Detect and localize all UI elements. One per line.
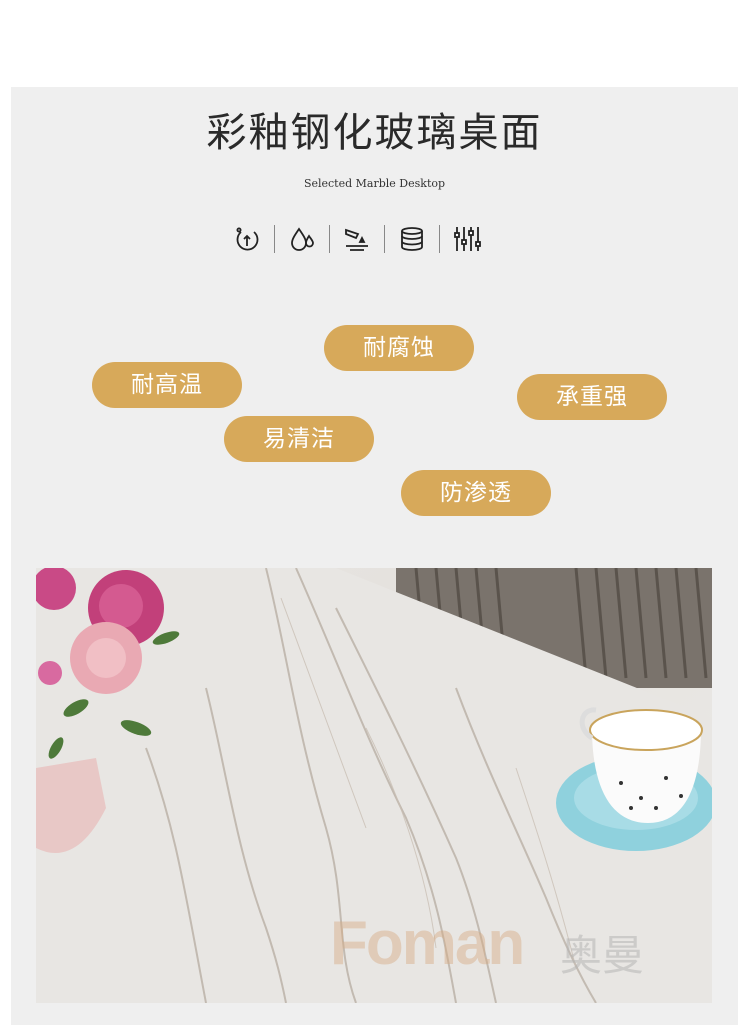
cleaning-icon: [340, 222, 374, 256]
feature-tag-load: 承重强: [517, 374, 667, 420]
stack-layers-icon: [395, 222, 429, 256]
feature-tag-seepage: 防渗透: [401, 470, 551, 516]
feature-tag-heat: 耐高温: [92, 362, 242, 408]
equalizer-icon: [450, 222, 484, 256]
feature-icon-row: [230, 222, 484, 256]
page-title: 彩釉钢化玻璃桌面: [206, 110, 543, 156]
icon-divider: [329, 225, 330, 253]
water-drop-icon: [285, 222, 319, 256]
brand-watermark-en: Foman: [330, 909, 525, 978]
feature-tag-clean: 易清洁: [224, 416, 374, 462]
icon-divider: [274, 225, 275, 253]
icon-divider: [384, 225, 385, 253]
heat-resistant-icon: [230, 222, 264, 256]
icon-divider: [439, 225, 440, 253]
page-subtitle: Selected Marble Desktop: [303, 177, 446, 190]
feature-tag-corrosion: 耐腐蚀: [324, 325, 474, 371]
brand-watermark-cn: 奥曼: [560, 931, 645, 980]
